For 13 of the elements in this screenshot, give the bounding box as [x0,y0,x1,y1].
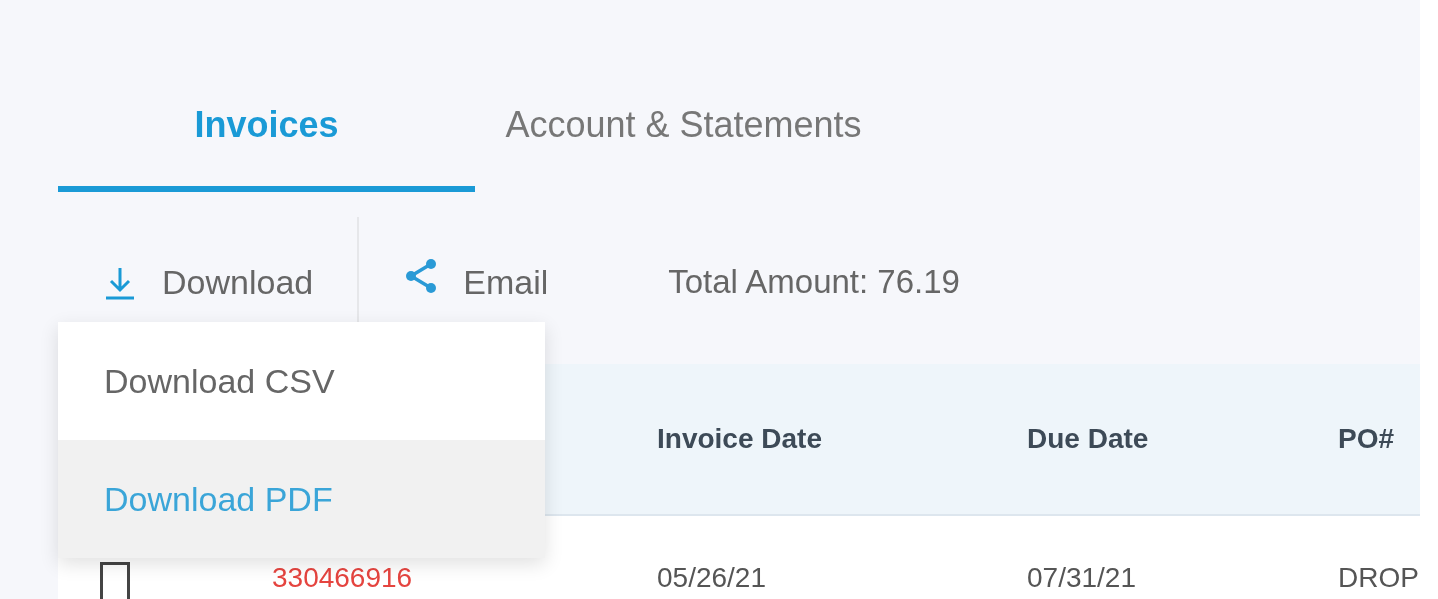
table-cell-text: DROP [1337,562,1420,594]
column-header: Due Date [1027,423,1150,455]
table-cell-text: 05/26/21 [657,562,767,594]
total-amount: Total Amount: 76.19 [668,263,960,301]
menu-item[interactable]: Download PDF [58,440,545,558]
invoice-link[interactable]: 330466916 [272,562,657,594]
tab[interactable]: Account & Statements [475,88,892,192]
column-header: PO# [1337,423,1396,455]
tab[interactable]: Invoices [58,88,475,192]
menu-item[interactable]: Download CSV [58,322,545,440]
table-cell-text: 07/31/21 [1027,562,1137,594]
row-checkbox[interactable] [100,562,130,599]
column-header: Invoice Date [657,423,823,455]
